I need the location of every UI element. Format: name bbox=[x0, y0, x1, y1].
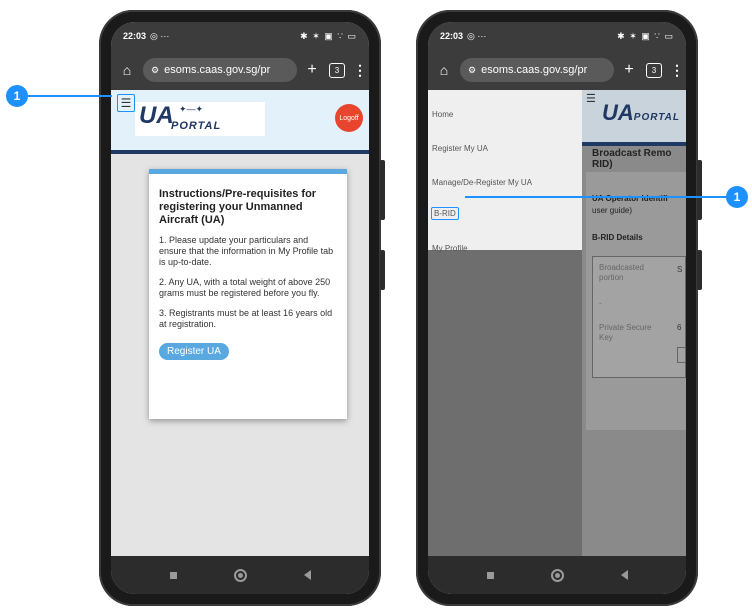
tab-switcher-button[interactable]: 3 bbox=[646, 62, 662, 78]
logo-ua-text: UA bbox=[602, 100, 634, 125]
status-bar: 22:03 ◎ ··· ✱ ✶ ▣ ∵ ▭ bbox=[111, 22, 369, 50]
back-icon[interactable] bbox=[620, 570, 628, 580]
home-icon[interactable]: ⌂ bbox=[434, 62, 454, 78]
right-phone-frame: 22:03 ◎ ··· ✱ ✶ ▣ ∵ ▭ ⌂ ⚙ esoms.caas.gov… bbox=[416, 10, 702, 606]
browser-toolbar: ⌂ ⚙ esoms.caas.gov.sg/pr + 3 ⋮ bbox=[428, 50, 686, 90]
portal-page-menu-open: Home Register My UA Manage/De-Register M… bbox=[428, 90, 686, 556]
hamburger-menu-icon[interactable]: ☰ bbox=[586, 92, 596, 105]
card-title: Instructions/Pre-requisites for register… bbox=[159, 188, 317, 226]
register-ua-button[interactable]: Register UA bbox=[159, 343, 229, 360]
menu-item-manage[interactable]: Manage/De-Register My UA bbox=[432, 178, 532, 187]
callout-line-right bbox=[465, 196, 731, 198]
operator-id-sub: user guide) bbox=[592, 206, 633, 215]
url-bar[interactable]: ⚙ esoms.caas.gov.sg/pr bbox=[460, 58, 614, 82]
dimmed-header: ☰ UAPORTAL bbox=[582, 90, 686, 146]
broadcast-portion-label: Broadcasted portion bbox=[599, 263, 644, 282]
dimmed-content: ☰ UAPORTAL Broadcast Remo RID) UA Operat… bbox=[582, 90, 686, 556]
status-extra: ◎ ··· bbox=[150, 30, 170, 41]
right-phone-screen: 22:03 ◎ ··· ✱ ✶ ▣ ∵ ▭ ⌂ ⚙ esoms.caas.gov… bbox=[428, 22, 686, 594]
instruction-item: 1. Please update your particulars and en… bbox=[159, 235, 334, 267]
brid-details-box: Broadcasted portion S - Private Secure K… bbox=[592, 256, 686, 378]
android-nav-bar bbox=[428, 556, 686, 594]
page-title: Broadcast Remo RID) bbox=[592, 148, 672, 170]
more-menu-icon[interactable]: ⋮ bbox=[670, 62, 684, 79]
brid-details-label: B-RID Details bbox=[592, 233, 643, 242]
private-key-value: 6 bbox=[677, 323, 682, 332]
portal-page: ☰ UA ✦—✦ PORTAL Logoff Instructions/Pre-… bbox=[111, 90, 369, 556]
new-tab-icon[interactable]: + bbox=[303, 61, 321, 79]
key-input-field[interactable] bbox=[677, 347, 686, 363]
url-text: esoms.caas.gov.sg/pr bbox=[481, 64, 588, 76]
browser-toolbar: ⌂ ⚙ esoms.caas.gov.sg/pr + 3 ⋮ bbox=[111, 50, 369, 90]
android-nav-bar bbox=[111, 556, 369, 594]
status-extra: ◎ ··· bbox=[467, 30, 487, 41]
menu-item-brid[interactable]: B-RID bbox=[431, 207, 459, 220]
instruction-item: 2. Any UA, with a total weight of above … bbox=[159, 277, 331, 298]
logo-ua-text: UA bbox=[139, 102, 174, 129]
back-icon[interactable] bbox=[303, 570, 311, 580]
recents-icon[interactable] bbox=[169, 571, 177, 579]
side-menu: Home Register My UA Manage/De-Register M… bbox=[428, 90, 582, 253]
hamburger-menu-icon[interactable]: ☰ bbox=[117, 94, 135, 112]
status-time: 22:03 bbox=[123, 31, 147, 41]
status-bar: 22:03 ◎ ··· ✱ ✶ ▣ ∵ ▭ bbox=[428, 22, 686, 50]
private-key-label: Private Secure Key bbox=[599, 323, 652, 342]
url-bar[interactable]: ⚙ esoms.caas.gov.sg/pr bbox=[143, 58, 297, 82]
status-icons: ✱ ✶ ▣ ∵ ▭ bbox=[617, 30, 674, 41]
instructions-card: Instructions/Pre-requisites for register… bbox=[149, 169, 347, 419]
site-settings-icon[interactable]: ⚙ bbox=[151, 65, 159, 76]
separator-dash: - bbox=[599, 299, 602, 308]
callout-line-left bbox=[28, 95, 112, 97]
status-time: 22:03 bbox=[440, 31, 464, 41]
home-button-icon[interactable] bbox=[550, 568, 564, 582]
portal-header: ☰ UA ✦—✦ PORTAL Logoff bbox=[111, 90, 369, 154]
instruction-item: 3. Registrants must be at least 16 years… bbox=[159, 308, 333, 329]
new-tab-icon[interactable]: + bbox=[620, 61, 638, 79]
callout-badge-right: 1 bbox=[726, 186, 748, 208]
menu-item-home[interactable]: Home bbox=[432, 110, 453, 119]
status-icons: ✱ ✶ ▣ ∵ ▭ bbox=[300, 30, 357, 41]
menu-item-profile[interactable]: My Profile bbox=[432, 244, 468, 253]
home-icon[interactable]: ⌂ bbox=[117, 62, 137, 78]
more-menu-icon[interactable]: ⋮ bbox=[353, 62, 367, 79]
ua-portal-logo: UA ✦—✦ PORTAL bbox=[135, 102, 265, 136]
home-button-icon[interactable] bbox=[233, 568, 247, 582]
logoff-button[interactable]: Logoff bbox=[335, 104, 363, 132]
left-phone-screen: 22:03 ◎ ··· ✱ ✶ ▣ ∵ ▭ ⌂ ⚙ esoms.caas.gov… bbox=[111, 22, 369, 594]
broadcast-portion-value: S bbox=[677, 265, 683, 274]
logo-portal-text: PORTAL bbox=[171, 120, 222, 132]
recents-icon[interactable] bbox=[486, 571, 494, 579]
url-text: esoms.caas.gov.sg/pr bbox=[164, 64, 271, 76]
drone-icon: ✦—✦ bbox=[179, 104, 204, 114]
site-settings-icon[interactable]: ⚙ bbox=[468, 65, 476, 76]
left-phone-frame: 22:03 ◎ ··· ✱ ✶ ▣ ∵ ▭ ⌂ ⚙ esoms.caas.gov… bbox=[99, 10, 385, 606]
menu-item-register[interactable]: Register My UA bbox=[432, 144, 488, 153]
logo-portal-text: PORTAL bbox=[633, 112, 680, 123]
callout-badge-left: 1 bbox=[6, 85, 28, 107]
ua-portal-logo: UAPORTAL bbox=[602, 100, 680, 126]
tab-switcher-button[interactable]: 3 bbox=[329, 62, 345, 78]
